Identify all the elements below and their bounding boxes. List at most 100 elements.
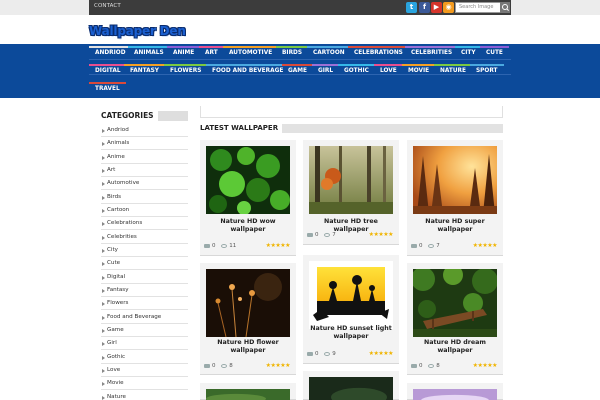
view-count: 8	[436, 363, 440, 369]
nav-item-digital[interactable]: DIGITAL	[89, 64, 127, 79]
wallpaper-thumbnail[interactable]	[309, 146, 393, 214]
nav-item-anime[interactable]: ANIME	[167, 46, 201, 61]
nav-item-movie[interactable]: MOVIE	[402, 64, 436, 79]
nav-item-travel[interactable]: TRAVEL	[89, 82, 126, 97]
wallpaper-thumbnail[interactable]	[206, 146, 290, 214]
wallpaper-card[interactable]	[407, 383, 503, 400]
rating-stars: ★★★★★	[472, 242, 498, 249]
sidebar-item-city[interactable]: City	[101, 244, 188, 257]
wallpaper-thumbnail[interactable]	[413, 389, 497, 400]
comment-count: 0	[315, 232, 319, 238]
wallpaper-thumbnail[interactable]	[309, 261, 393, 329]
wallpaper-thumbnail[interactable]	[206, 269, 290, 337]
card-title[interactable]: Nature HD flower wallpaper	[204, 339, 292, 355]
sidebar-item-game[interactable]: Game	[101, 324, 188, 337]
content-top-box	[200, 106, 503, 118]
nav-item-city[interactable]: CITY	[455, 46, 482, 61]
wallpaper-card[interactable]: Nature HD wow wallpaper 0 11 ★★★★★	[200, 140, 296, 256]
sidebar-item-birds[interactable]: Birds	[101, 191, 188, 204]
eye-icon	[428, 363, 435, 368]
contact-link[interactable]: CONTACT	[94, 3, 121, 9]
wallpaper-card[interactable]: Nature HD dream wallpaper 0 8 ★★★★★	[407, 263, 503, 375]
sidebar-item-love[interactable]: Love	[101, 364, 188, 377]
search-icon[interactable]	[500, 2, 510, 13]
nav-item-andriod[interactable]: ANDRIOD	[89, 46, 132, 61]
sidebar-item-flowers[interactable]: Flowers	[101, 297, 188, 310]
search-input[interactable]: Search Image	[455, 2, 501, 13]
wallpaper-card[interactable]: Nature HD super wallpaper 0 7 ★★★★★	[407, 140, 503, 256]
card-title[interactable]: Nature HD dream wallpaper	[411, 339, 499, 355]
comment-icon	[411, 243, 417, 248]
twitter-icon[interactable]: t	[406, 2, 417, 13]
wallpaper-card[interactable]	[200, 383, 296, 400]
sidebar-item-nature[interactable]: Nature	[101, 391, 188, 400]
comment-count: 0	[419, 363, 423, 369]
card-meta: 0 7 ★★★★★	[307, 230, 395, 240]
comment-count: 0	[315, 351, 319, 357]
wallpaper-thumbnail[interactable]	[206, 389, 290, 400]
nav-item-fantasy[interactable]: FANTASY	[124, 64, 165, 79]
sidebar-item-celebrations[interactable]: Celebrations	[101, 217, 188, 230]
sidebar-item-gothic[interactable]: Gothic	[101, 351, 188, 364]
rss-icon[interactable]: ◉	[443, 2, 454, 13]
nav-item-flowers[interactable]: FLOWERS	[164, 64, 208, 79]
eye-icon	[324, 232, 331, 237]
nav-item-cute[interactable]: CUTE	[480, 46, 509, 61]
nav-item-sport[interactable]: SPORT	[470, 64, 504, 79]
sidebar-item-anime[interactable]: Anime	[101, 151, 188, 164]
nav-item-gothic[interactable]: GOTHIC	[338, 64, 375, 79]
sidebar-item-automotive[interactable]: Automotive	[101, 177, 188, 190]
sidebar-item-movie[interactable]: Movie	[101, 377, 188, 390]
nav-item-game[interactable]: GAME	[282, 64, 313, 79]
sidebar-item-food-and-beverage[interactable]: Food and Beverage	[101, 311, 188, 324]
nav-item-love[interactable]: LOVE	[374, 64, 403, 79]
nav-item-animals[interactable]: ANIMALS	[128, 46, 170, 61]
latest-wallpaper-heading: LATEST WALLPAPER	[200, 123, 503, 134]
nav-item-birds[interactable]: BIRDS	[276, 46, 309, 61]
comment-icon	[411, 363, 417, 368]
wallpaper-card[interactable]: Nature HD sunset light wallpaper 0 9 ★★★…	[303, 255, 399, 364]
nav-item-food-and-beverage[interactable]: FOOD AND BEVERAGE	[206, 64, 290, 79]
wallpaper-thumbnail[interactable]	[309, 377, 393, 400]
wallpaper-thumbnail[interactable]	[413, 146, 497, 214]
comment-icon	[307, 351, 313, 356]
card-title[interactable]: Nature HD super wallpaper	[411, 218, 499, 234]
rating-stars: ★★★★★	[368, 231, 394, 238]
eye-icon	[324, 351, 331, 356]
sidebar-item-art[interactable]: Art	[101, 164, 188, 177]
sidebar-item-animals[interactable]: Animals	[101, 137, 188, 150]
categories-heading: CATEGORIES	[101, 110, 188, 121]
card-meta: 0 8 ★★★★★	[204, 361, 292, 371]
eye-icon	[221, 363, 228, 368]
youtube-icon[interactable]: ▶	[431, 2, 442, 13]
nav-item-cartoon[interactable]: CARTOON	[307, 46, 351, 61]
sidebar-item-digital[interactable]: Digital	[101, 271, 188, 284]
card-meta: 0 11 ★★★★★	[204, 241, 292, 251]
nav-item-nature[interactable]: NATURE	[434, 64, 472, 79]
sidebar-item-andriod[interactable]: Andriod	[101, 124, 188, 137]
wallpaper-card[interactable]: Nature HD tree wallpaper 0 7 ★★★★★	[303, 140, 399, 245]
sidebar-item-cute[interactable]: Cute	[101, 257, 188, 270]
nav-item-celebrities[interactable]: CELEBRITIES	[405, 46, 459, 61]
sidebar-item-girl[interactable]: Girl	[101, 337, 188, 350]
nav-item-girl[interactable]: GIRL	[312, 64, 340, 79]
sidebar-item-fantasy[interactable]: Fantasy	[101, 284, 188, 297]
facebook-icon[interactable]: f	[419, 2, 430, 13]
rating-stars: ★★★★★	[265, 242, 291, 249]
category-nav: ANDRIOD ANIMALS ANIME ART AUTOMOTIVE BIR…	[0, 44, 600, 98]
nav-item-automotive[interactable]: AUTOMOTIVE	[223, 46, 279, 61]
nav-item-celebrations[interactable]: CELEBRATIONS	[348, 46, 409, 61]
view-count: 8	[229, 363, 233, 369]
card-meta: 0 7 ★★★★★	[411, 241, 499, 251]
wallpaper-card[interactable]	[303, 371, 399, 400]
sidebar-item-celebrities[interactable]: Celebrities	[101, 231, 188, 244]
site-logo[interactable]: Wallpaper Den	[89, 20, 188, 39]
comment-icon	[307, 232, 313, 237]
wallpaper-thumbnail[interactable]	[413, 269, 497, 337]
wallpaper-card[interactable]: Nature HD flower wallpaper 0 8 ★★★★★	[200, 263, 296, 375]
view-count: 9	[332, 351, 336, 357]
nav-item-art[interactable]: ART	[199, 46, 224, 61]
sidebar-item-cartoon[interactable]: Cartoon	[101, 204, 188, 217]
card-title[interactable]: Nature HD wow wallpaper	[204, 218, 292, 234]
card-title[interactable]: Nature HD sunset light wallpaper	[307, 325, 395, 341]
